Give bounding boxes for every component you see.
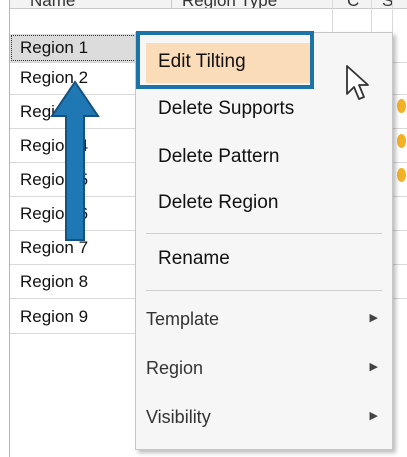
- column-header-region-type[interactable]: Region Type: [182, 0, 277, 8]
- region-name: Region 8: [20, 272, 89, 291]
- menu-item-label: Region: [146, 358, 204, 378]
- chevron-right-icon: ▶: [369, 410, 378, 422]
- column-header-name[interactable]: Name: [30, 0, 75, 8]
- menu-item-label: Delete Supports: [158, 98, 295, 119]
- menu-item-label: Rename: [158, 248, 230, 269]
- warning-dot-icon: [397, 134, 406, 148]
- mouse-pointer-icon: [346, 65, 369, 100]
- menu-item-label: Visibility: [146, 407, 211, 427]
- grid-header: Name Region Type C S: [10, 0, 407, 9]
- menu-separator: [146, 233, 382, 234]
- menu-separator: [146, 290, 382, 291]
- menu-item-label: Template: [146, 309, 220, 329]
- column-header-c[interactable]: C: [347, 0, 359, 8]
- region-name: Region 9: [20, 307, 89, 326]
- up-arrow-icon: [50, 80, 100, 241]
- menu-item-label: Delete Pattern: [158, 146, 280, 167]
- warning-dot-icon: [397, 99, 406, 113]
- chevron-right-icon: ▶: [369, 361, 378, 373]
- warning-dot-icon: [397, 168, 406, 182]
- chevron-right-icon: ▶: [369, 312, 378, 324]
- edit-tilting-highlight-box: [136, 31, 314, 89]
- menu-item-label: Delete Region: [158, 192, 279, 213]
- region-name: Region 1: [20, 38, 89, 57]
